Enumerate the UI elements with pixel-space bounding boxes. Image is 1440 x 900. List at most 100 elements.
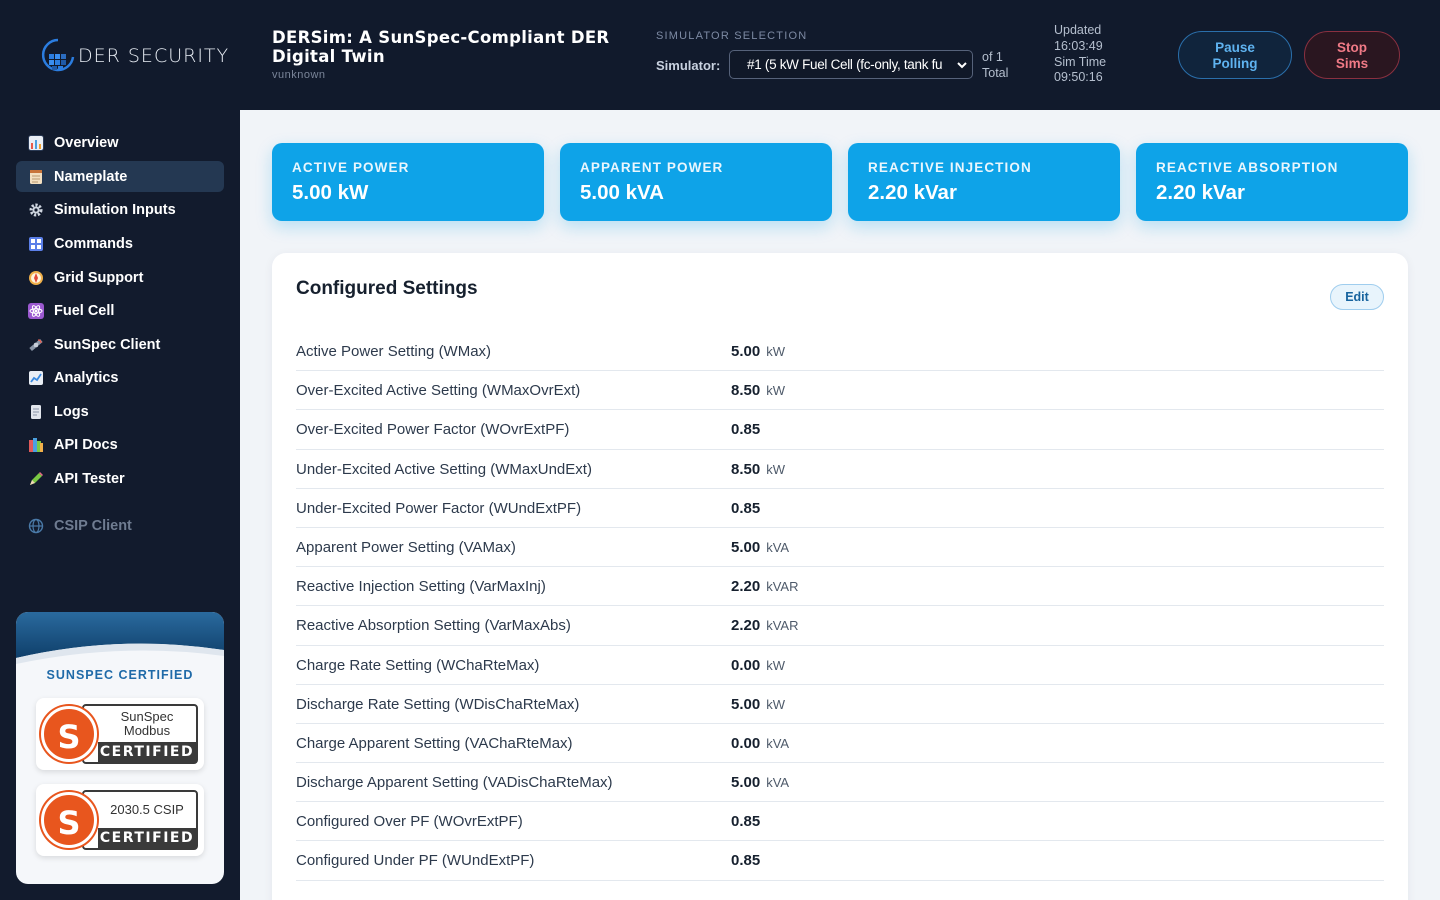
panel-title: Configured Settings [296,278,478,299]
compass-icon [28,270,44,286]
stat-card-active-power: ACTIVE POWER 5.00 kW [272,143,544,221]
sidebar-item-label: API Docs [54,436,118,453]
sidebar-item-label: Fuel Cell [54,302,115,319]
sidebar-item-label: Logs [54,403,89,420]
stat-label: REACTIVE ABSORPTION [1156,160,1339,175]
setting-name: Discharge Apparent Setting (VADisChaRteM… [296,774,613,792]
setting-value-cell: 5.00 kW [731,343,785,360]
stat-label: ACTIVE POWER [292,160,410,175]
sunspec-certified-card: SUNSPEC CERTIFIED SunSpec Modbus CERTIFI… [16,612,224,884]
settings-row: Over-Excited Power Factor (WOvrExtPF) 0.8… [296,410,1384,450]
settings-row: Active Power Setting (WMax) 5.00 kW [296,332,1384,372]
atom-icon [28,302,44,319]
top-header: DER SECURITY DERSim: A SunSpec-Compliant… [0,0,1440,110]
setting-value: 0.85 [731,421,761,439]
setting-value: 5.00 [731,538,761,556]
setting-value-cell: 2.20 kVAR [731,617,798,634]
setting-value-cell: 0.00 kW [731,657,785,674]
sidebar-item-logs[interactable]: Logs [16,396,224,427]
setting-value: 2.20 [731,578,761,596]
stop-sims-label-1: Stop [1337,40,1367,55]
sidebar-item-grid-support[interactable]: Grid Support [16,262,224,293]
sidebar-item-label: Nameplate [54,168,128,185]
setting-unit: kVAR [766,618,799,634]
setting-value: 5.00 [731,695,761,713]
stat-card-apparent-power: APPARENT POWER 5.00 kVA [560,143,832,221]
sidebar-item-label: Overview [54,134,119,151]
setting-value: 0.00 [731,734,761,752]
setting-name: Over-Excited Power Factor (WOvrExtPF) [296,421,570,439]
pause-polling-button[interactable]: Pause Polling [1178,31,1292,79]
setting-value: 0.85 [731,852,761,870]
settings-row: Over-Excited Active Setting (WMaxOvrExt)… [296,371,1384,411]
setting-value: 8.50 [731,460,761,478]
badge-line-2: Modbus [123,723,171,738]
settings-row: Under-Excited Active Setting (WMaxUndExt… [296,450,1384,489]
setting-value-cell: 0.85 [731,813,760,830]
sidebar-item-nameplate[interactable]: Nameplate [16,161,224,192]
setting-name: Under-Excited Active Setting (WMaxUndExt… [296,460,592,478]
der-security-logo[interactable]: DER SECURITY [40,36,255,76]
setting-unit: kW [766,383,785,399]
sidebar-item-csip-client[interactable]: CSIP Client [16,510,224,541]
sidebar-item-sunspec-client[interactable]: SunSpec Client [16,329,224,360]
setting-name: Charge Apparent Setting (VAChaRteMax) [296,734,573,752]
setting-value-cell: 5.00 kW [731,696,785,713]
setting-value-cell: 0.85 [731,500,760,517]
line-chart-icon [28,370,44,386]
stop-sims-button[interactable]: Stop Sims [1304,31,1400,79]
sidebar-item-label: Commands [54,235,133,252]
stat-label: APPARENT POWER [580,160,724,175]
notepad-icon [28,169,44,185]
stat-value: 5.00 kVA [580,181,664,204]
sidebar-item-label: SunSpec Client [54,336,161,353]
setting-value: 0.85 [731,813,761,831]
card-header-wave [16,612,224,664]
globe-icon [28,518,44,534]
document-icon [28,404,44,420]
stat-label: REACTIVE INJECTION [868,160,1032,175]
simulator-count: of 1 Total [982,49,1008,81]
sidebar-item-fuel-cell[interactable]: Fuel Cell [16,295,224,326]
sidebar-item-api-docs[interactable]: API Docs [16,429,224,460]
sidebar-item-label: CSIP Client [54,517,132,534]
sidebar-item-label: API Tester [54,470,125,487]
cert-title: SUNSPEC CERTIFIED [46,668,194,682]
simulator-count-of: of 1 [982,50,1003,64]
edit-button[interactable]: Edit [1330,284,1384,310]
sidebar-item-api-tester[interactable]: API Tester [16,463,224,494]
settings-row: Discharge Apparent Setting (VADisChaRteM… [296,763,1384,803]
sidebar: Overview Nameplate Simulation Inputs Com… [0,110,240,900]
sidebar-item-label: Grid Support [54,269,144,286]
badge-certified: CERTIFIED [98,828,196,848]
books-icon [28,437,44,453]
sidebar-item-simulation-inputs[interactable]: Simulation Inputs [16,194,224,225]
csip-badge: 2030.5 CSIP CERTIFIED S [36,784,204,856]
setting-name: Active Power Setting (WMax) [296,343,492,360]
pencil-icon [28,471,44,487]
setting-name: Over-Excited Active Setting (WMaxOvrExt) [296,382,581,400]
badge-frame: 2030.5 CSIP CERTIFIED [82,790,198,850]
setting-unit: kVA [766,735,790,751]
setting-value-cell: 2.20 kVAR [731,578,798,595]
stat-card-reactive-injection: REACTIVE INJECTION 2.20 kVar [848,143,1120,221]
setting-name: Reactive Absorption Setting (VarMaxAbs) [296,617,571,635]
pause-polling-label-2: Polling [1212,56,1258,71]
sidebar-item-overview[interactable]: Overview [16,127,224,158]
setting-unit: kVA [766,775,790,791]
simulator-select[interactable]: #1 (5 kW Fuel Cell (fc-only, tank fu [729,50,973,79]
settings-row: Configured Over PF (WOvrExtPF) 0.85 [296,802,1384,842]
chevron-down-icon [955,57,969,73]
setting-name: Reactive Injection Setting (VarMaxInj) [296,578,546,596]
badge-certified: CERTIFIED [98,742,196,762]
settings-row: Charge Apparent Setting (VAChaRteMax) 0.0… [296,724,1384,764]
setting-name: Apparent Power Setting (VAMax) [296,538,516,556]
setting-unit: kVAR [766,579,799,595]
sidebar-item-analytics[interactable]: Analytics [16,362,224,393]
sidebar-item-label: Simulation Inputs [54,201,176,218]
sim-time-label: Sim Time [1054,54,1107,69]
setting-unit: kW [766,461,785,477]
sidebar-item-commands[interactable]: Commands [16,228,224,259]
sunspec-logo-icon: S [41,792,97,848]
setting-value: 2.20 [731,617,761,635]
